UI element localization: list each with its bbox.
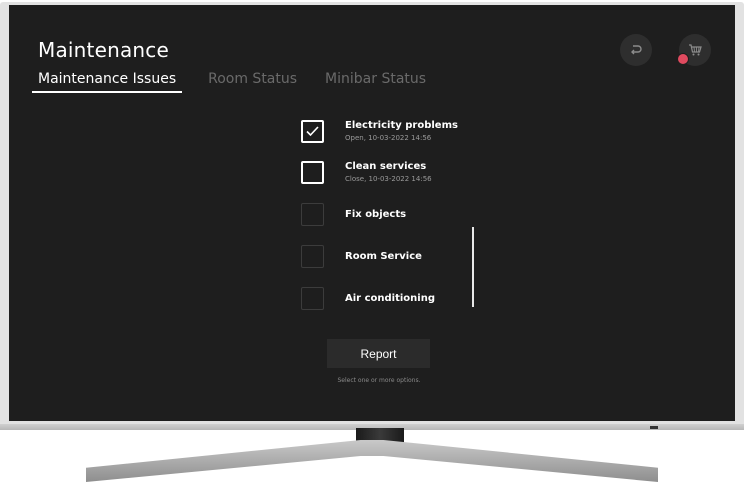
- tv-frame: Maintenance Maintenance Issues Room Stat…: [0, 2, 744, 430]
- option-clean-services[interactable]: Clean services Close, 10-03-2022 14:56: [301, 160, 432, 184]
- tv-screen: Maintenance Maintenance Issues Room Stat…: [9, 5, 735, 421]
- checkbox[interactable]: [301, 203, 324, 226]
- option-label: Fix objects: [345, 209, 407, 220]
- tab-bar: Maintenance Issues Room Status Minibar S…: [32, 71, 454, 93]
- checkbox[interactable]: [301, 245, 324, 268]
- tab-maintenance-issues[interactable]: Maintenance Issues: [32, 71, 183, 93]
- option-status: Open, 10-03-2022 14:56: [345, 134, 432, 142]
- checkbox[interactable]: [301, 287, 324, 310]
- option-air-conditioning[interactable]: Air conditioning: [301, 287, 435, 310]
- option-label: Clean services: [345, 161, 427, 172]
- option-fix-objects[interactable]: Fix objects: [301, 203, 406, 226]
- report-hint: Select one or more options.: [337, 377, 421, 384]
- tv-sensor: [650, 426, 658, 429]
- cart-badge: [677, 53, 689, 65]
- option-label: Electricity problems: [345, 120, 458, 131]
- page-title: Maintenance: [38, 38, 169, 62]
- checkbox[interactable]: [301, 119, 324, 143]
- option-room-service[interactable]: Room Service: [301, 245, 422, 268]
- checkmark-icon: [306, 125, 319, 136]
- report-button[interactable]: Report: [327, 339, 430, 368]
- option-label: Air conditioning: [345, 293, 435, 304]
- back-button[interactable]: [620, 34, 652, 66]
- option-status: Close, 10-03-2022 14:56: [345, 175, 432, 183]
- option-label: Room Service: [345, 251, 422, 262]
- option-electricity-problems[interactable]: Electricity problems Open, 10-03-2022 14…: [301, 119, 458, 143]
- tab-minibar-status[interactable]: Minibar Status: [325, 71, 426, 93]
- list-scrollbar[interactable]: [472, 227, 474, 307]
- checkbox[interactable]: [301, 160, 324, 184]
- tv-stand-base: [86, 440, 658, 482]
- cart-icon: [689, 44, 702, 56]
- tab-room-status[interactable]: Room Status: [208, 71, 297, 93]
- back-arrow-icon: [631, 45, 642, 55]
